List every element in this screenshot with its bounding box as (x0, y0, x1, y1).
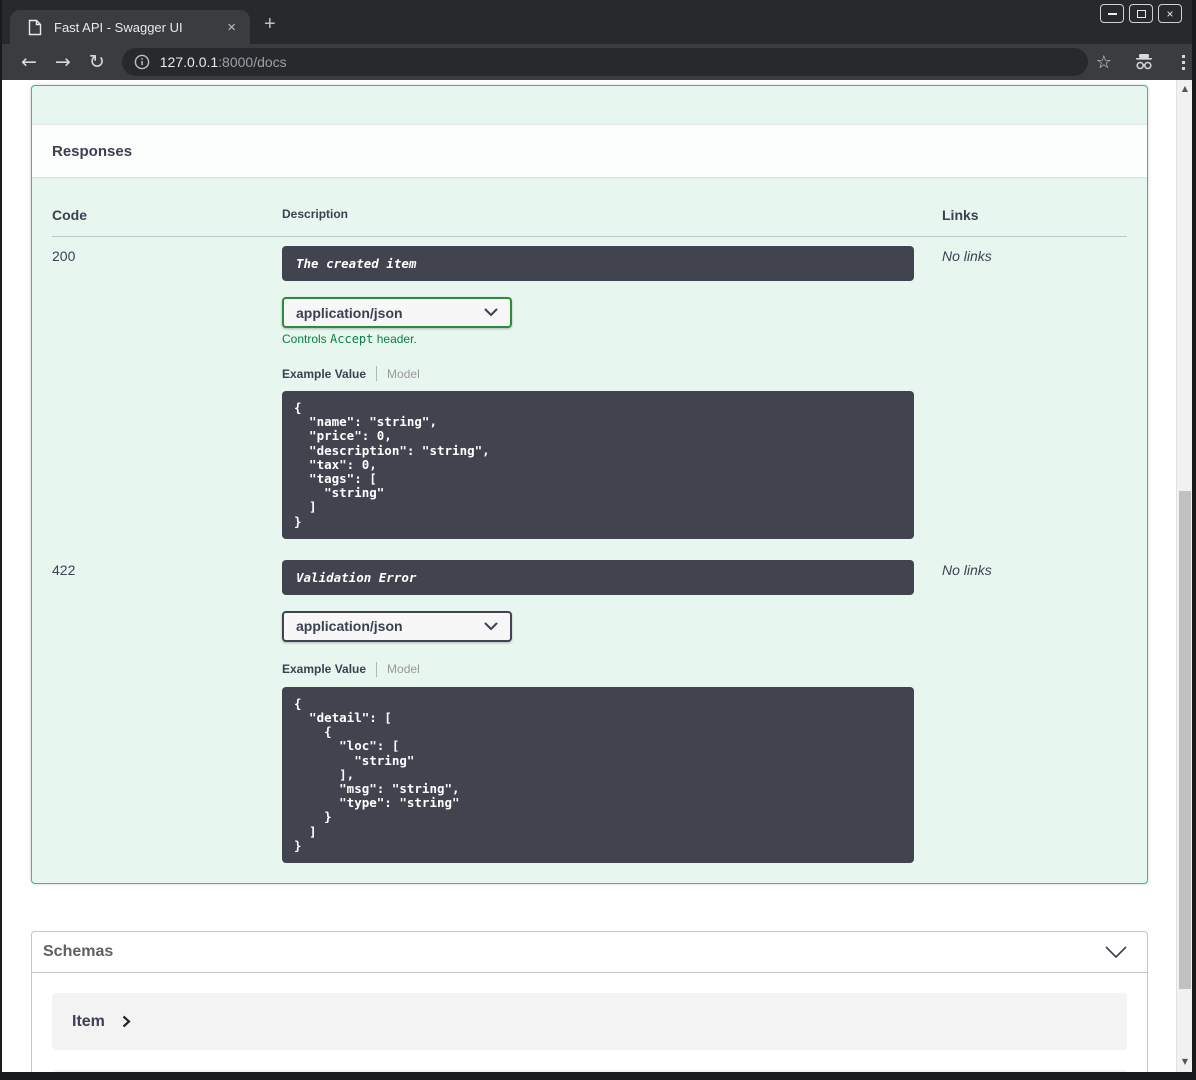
tab-model[interactable]: Model (387, 662, 420, 676)
swagger-page: Responses Code Description Links 200 The… (2, 80, 1192, 1072)
tab-example-value[interactable]: Example Value (282, 662, 366, 676)
url-bar[interactable]: 127.0.0.1:8000/docs (121, 48, 1088, 76)
column-header-links: Links (942, 207, 979, 223)
media-type-value: application/json (296, 618, 403, 635)
response-description-cell: Validation Error application/json Exampl… (282, 551, 942, 864)
tab-divider (376, 661, 378, 677)
example-model-tabs: Example Value Model (282, 366, 942, 381)
schemas-header[interactable]: Schemas (32, 932, 1147, 974)
page-scrollbar[interactable]: ▲ ▼ (1176, 80, 1192, 1072)
response-links: No links (942, 248, 992, 264)
example-json-200: { "name": "string", "price": 0, "descrip… (282, 391, 914, 539)
responses-title: Responses (52, 142, 133, 160)
maximize-icon (1136, 9, 1146, 18)
tab-divider (376, 366, 378, 381)
example-json-422: { "detail": [ { "loc": [ "string" ], "ms… (282, 686, 914, 864)
response-code: 422 (52, 561, 76, 578)
reload-icon[interactable]: ↻ (89, 52, 105, 72)
window-close-button[interactable]: × (1158, 4, 1182, 23)
column-header-code: Code (52, 207, 87, 223)
minimize-icon (1107, 12, 1117, 15)
response-description: Validation Error (282, 559, 914, 595)
media-type-select[interactable]: application/json (282, 610, 512, 642)
browser-menu-icon[interactable] (1176, 53, 1191, 72)
schemas-models: Item ValidationError (32, 973, 1147, 1072)
info-icon[interactable] (134, 54, 150, 70)
response-description: The created item (282, 246, 914, 281)
schemas-section: Schemas Item ValidationError (31, 931, 1148, 1072)
minimize-button[interactable] (1100, 4, 1124, 23)
opblock-top-padding (32, 86, 1147, 124)
tab-title: Fast API - Swagger UI (54, 19, 183, 35)
model-item[interactable]: Item (52, 993, 1127, 1051)
tab-model[interactable]: Model (387, 367, 420, 381)
tab-example-value[interactable]: Example Value (282, 367, 366, 381)
media-type-value: application/json (296, 304, 403, 321)
scroll-up-icon[interactable]: ▲ (1177, 84, 1192, 93)
new-tab-icon[interactable]: + (264, 14, 276, 34)
bookmark-star-icon[interactable]: ☆ (1096, 52, 1112, 73)
maximize-button[interactable] (1129, 4, 1153, 23)
back-icon[interactable]: ← (21, 52, 37, 72)
response-code: 200 (52, 248, 76, 264)
chevron-right-icon (122, 1015, 131, 1028)
browser-toolbar: ← → ↻ 127.0.0.1:8000/docs ☆ (2, 44, 1192, 80)
model-name: Item (72, 1012, 105, 1030)
responses-table-header: Code Description Links (52, 207, 1127, 237)
accept-header-note: Controls Accept header. (282, 332, 417, 346)
response-links: No links (942, 561, 992, 578)
browser-tab[interactable]: Fast API - Swagger UI × (10, 10, 250, 44)
browser-window: Fast API - Swagger UI × + × ← → ↻ 127.0.… (0, 0, 1196, 1080)
model-validationerror[interactable]: ValidationError (52, 1070, 1127, 1072)
responses-section-header: Responses (32, 124, 1147, 177)
tab-close-icon[interactable]: × (223, 19, 240, 36)
schemas-title: Schemas (43, 943, 114, 961)
chevron-down-icon (484, 622, 498, 631)
response-row-200: 200 The created item application/json Co… (52, 237, 1127, 551)
url-path: :8000/docs (218, 54, 287, 70)
scrollbar-thumb[interactable] (1179, 491, 1191, 989)
post-operation-block: Responses Code Description Links 200 The… (31, 85, 1148, 885)
forward-icon[interactable]: → (55, 52, 71, 72)
example-model-tabs: Example Value Model (282, 661, 942, 677)
toolbar-right-icons: ☆ (1096, 52, 1191, 73)
response-row-422: 422 Validation Error application/json Ex… (52, 551, 1127, 864)
media-type-select[interactable]: application/json (282, 297, 512, 328)
responses-table: Code Description Links 200 The created i… (32, 177, 1147, 883)
chevron-down-icon[interactable] (1105, 946, 1127, 959)
document-icon (28, 19, 42, 36)
browser-titlebar: Fast API - Swagger UI × + × (2, 0, 1192, 44)
scroll-down-icon[interactable]: ▼ (1177, 1057, 1192, 1066)
response-description-cell: The created item application/json Contro… (282, 237, 942, 539)
url-host: 127.0.0.1 (159, 54, 219, 70)
chevron-down-icon (484, 308, 498, 317)
column-header-description: Description (282, 207, 349, 221)
window-controls: × (1100, 4, 1182, 23)
incognito-icon (1133, 53, 1155, 71)
